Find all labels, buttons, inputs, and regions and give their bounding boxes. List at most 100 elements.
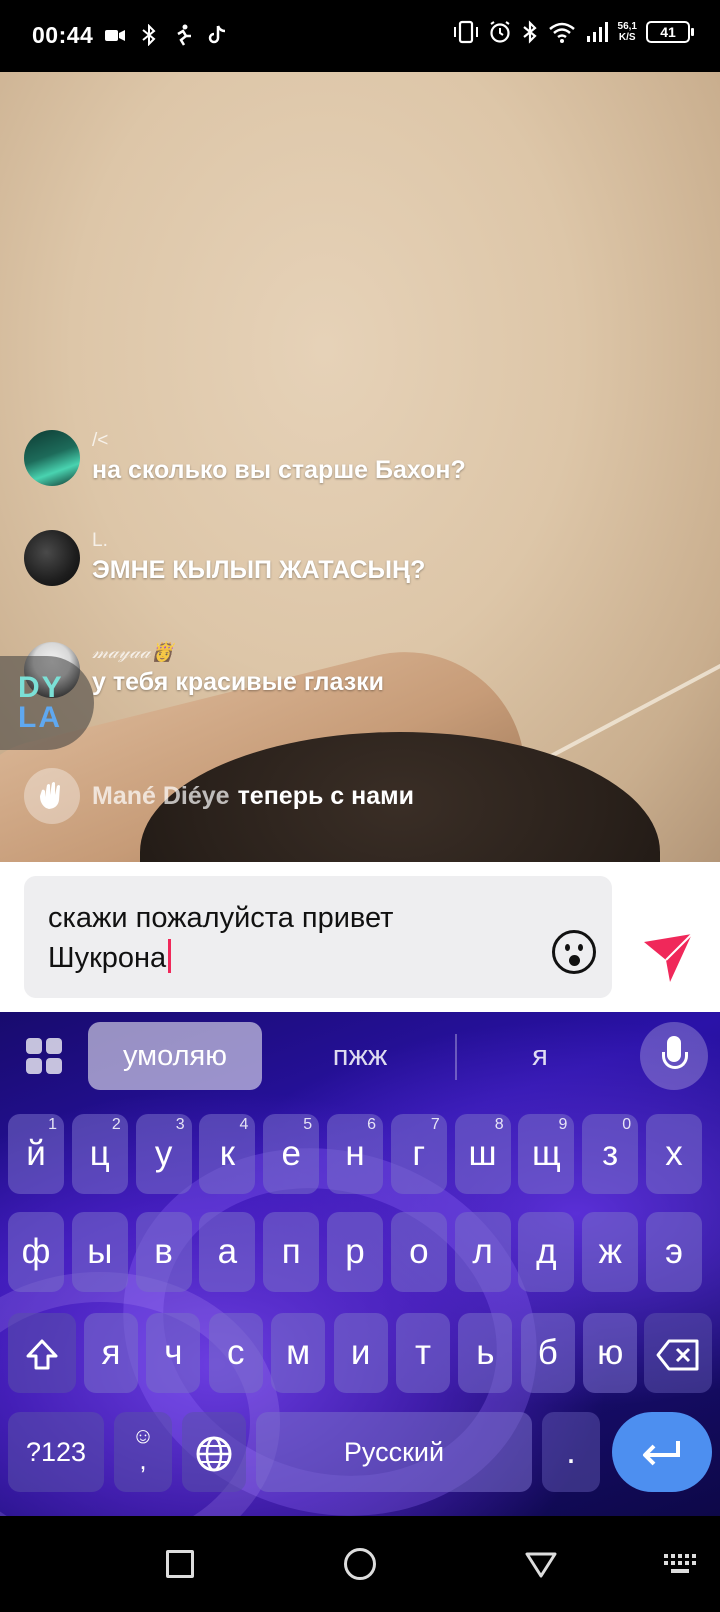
net-speed-unit: K/S [618,32,636,43]
apps-grid-icon[interactable] [26,1038,64,1076]
comment-input[interactable]: скажи пожалуйста привет Шукрона [24,876,612,998]
globe-key[interactable] [182,1412,246,1492]
key-3[interactable]: а [199,1212,256,1292]
comment-text: на сколько вы старше Бахон? [92,456,466,484]
join-notice: Mané Diéye теперь с нами [24,768,414,824]
tiktok-icon [208,25,226,44]
battery-level: 41 [660,24,676,40]
key-1[interactable]: ы [71,1212,128,1292]
alarm-icon [489,21,510,43]
home-button[interactable] [344,1548,376,1580]
wave-hand-icon [24,768,80,824]
comment-username[interactable]: L. [92,530,425,552]
key-4[interactable]: е5 [263,1114,320,1194]
key-4[interactable]: п [263,1212,320,1292]
key-10[interactable]: э [646,1212,702,1292]
send-icon[interactable] [640,930,696,986]
globe-icon [196,1436,232,1472]
input-line1: скажи пожалуйста привет [48,902,394,934]
comment-username[interactable]: 𝓂𝒶𝓎𝒶𝒶👸 [92,642,384,664]
key-0[interactable]: й1 [8,1114,64,1194]
enter-key[interactable] [612,1412,712,1492]
space-key[interactable]: Русский [256,1412,532,1492]
key-2[interactable]: с [208,1313,263,1393]
signal-icon [586,22,608,42]
text-caret [168,939,172,973]
recent-apps-button[interactable] [166,1550,194,1578]
key-8[interactable]: д [518,1212,575,1292]
avatar[interactable] [24,430,80,486]
key-0[interactable]: я [84,1313,138,1393]
key-7[interactable]: ш8 [454,1114,511,1194]
comment-username[interactable]: /< [92,430,466,452]
key-2[interactable]: у3 [135,1114,192,1194]
symbols-key[interactable]: ?123 [8,1412,104,1492]
key-4[interactable]: и [333,1313,388,1393]
key-3[interactable]: к4 [199,1114,256,1194]
emoji-icon[interactable] [552,930,596,974]
input-line2: Шукрона [48,942,167,974]
key-hint: 9 [558,1116,568,1133]
badge-line2: LA [18,701,62,734]
back-button[interactable] [524,1550,558,1580]
key-7[interactable]: л [454,1212,511,1292]
running-icon [177,24,191,46]
keyboard: умоляю пжж я й1ц2у3к4е5н6г7ш8щ9з0х фывап… [0,1012,720,1516]
key-5[interactable]: н6 [327,1114,383,1194]
key-1[interactable]: ч [146,1313,201,1393]
suggestion-2[interactable]: пжж [300,1022,420,1090]
suggestion-3[interactable]: я [500,1022,580,1090]
key-5[interactable]: т [396,1313,450,1393]
key-hint: 3 [175,1116,185,1133]
comment-text: у тебя красивые глазки [92,668,385,696]
join-username[interactable]: Mané Diéye [92,782,230,810]
status-time: 00:44 [32,22,94,48]
battery-icon: 41 [646,21,694,43]
video-wall-edge [531,660,720,768]
vibrate-icon [453,20,478,44]
key-0[interactable]: ф [8,1212,64,1292]
dua-badge[interactable]: DY LA [0,656,94,750]
status-right: 56,1 K/S 41 [453,20,694,44]
key-6[interactable]: ь [458,1313,513,1393]
enter-icon [643,1440,680,1466]
suggestion-1[interactable]: умоляю [88,1022,262,1090]
comment-item: /< на сколько вы старше Бахон? [24,430,466,486]
emoji-comma-key[interactable]: ☺ , [114,1412,172,1492]
comment-text: ЭМНЕ КЫЛЫП ЖАТАСЫҢ? [92,556,426,584]
key-9[interactable]: з0 [582,1114,639,1194]
key-6[interactable]: о [390,1212,447,1292]
keyboard-switch-icon[interactable] [664,1554,698,1576]
join-text: теперь с нами [237,781,415,810]
avatar[interactable] [24,530,80,586]
key-6[interactable]: г7 [390,1114,447,1194]
suggestion-divider [455,1034,457,1080]
key-hint: 6 [367,1116,376,1133]
shift-key[interactable] [8,1313,76,1393]
status-bar: 00:44 56,1 K/S 41 [0,0,720,72]
key-hint: 2 [111,1116,121,1133]
key-hint: 0 [622,1116,632,1133]
key-9[interactable]: ж [582,1212,639,1292]
wifi-icon [548,22,575,43]
video-camera-icon [105,30,125,41]
key-hint: 8 [494,1116,504,1133]
microphone-icon[interactable] [640,1022,708,1090]
key-hint: 4 [239,1116,249,1133]
key-8[interactable]: щ9 [518,1114,575,1194]
key-5[interactable]: р [327,1212,383,1292]
comment-input-text[interactable]: скажи пожалуйста привет Шукрона [48,898,528,978]
key-1[interactable]: ц2 [71,1114,128,1194]
period-key[interactable]: . [542,1412,600,1492]
key-2[interactable]: в [135,1212,192,1292]
key-3[interactable]: м [271,1313,326,1393]
backspace-key[interactable] [644,1313,712,1393]
key-10[interactable]: х [646,1114,702,1194]
key-8[interactable]: ю [583,1313,638,1393]
key-7[interactable]: б [520,1313,575,1393]
comment-input-bar: скажи пожалуйста привет Шукрона [0,862,720,1012]
comma-label: , [139,1445,147,1475]
key-hint: 7 [430,1116,440,1133]
nav-bar [0,1516,720,1612]
badge-line1: DY [18,671,64,704]
